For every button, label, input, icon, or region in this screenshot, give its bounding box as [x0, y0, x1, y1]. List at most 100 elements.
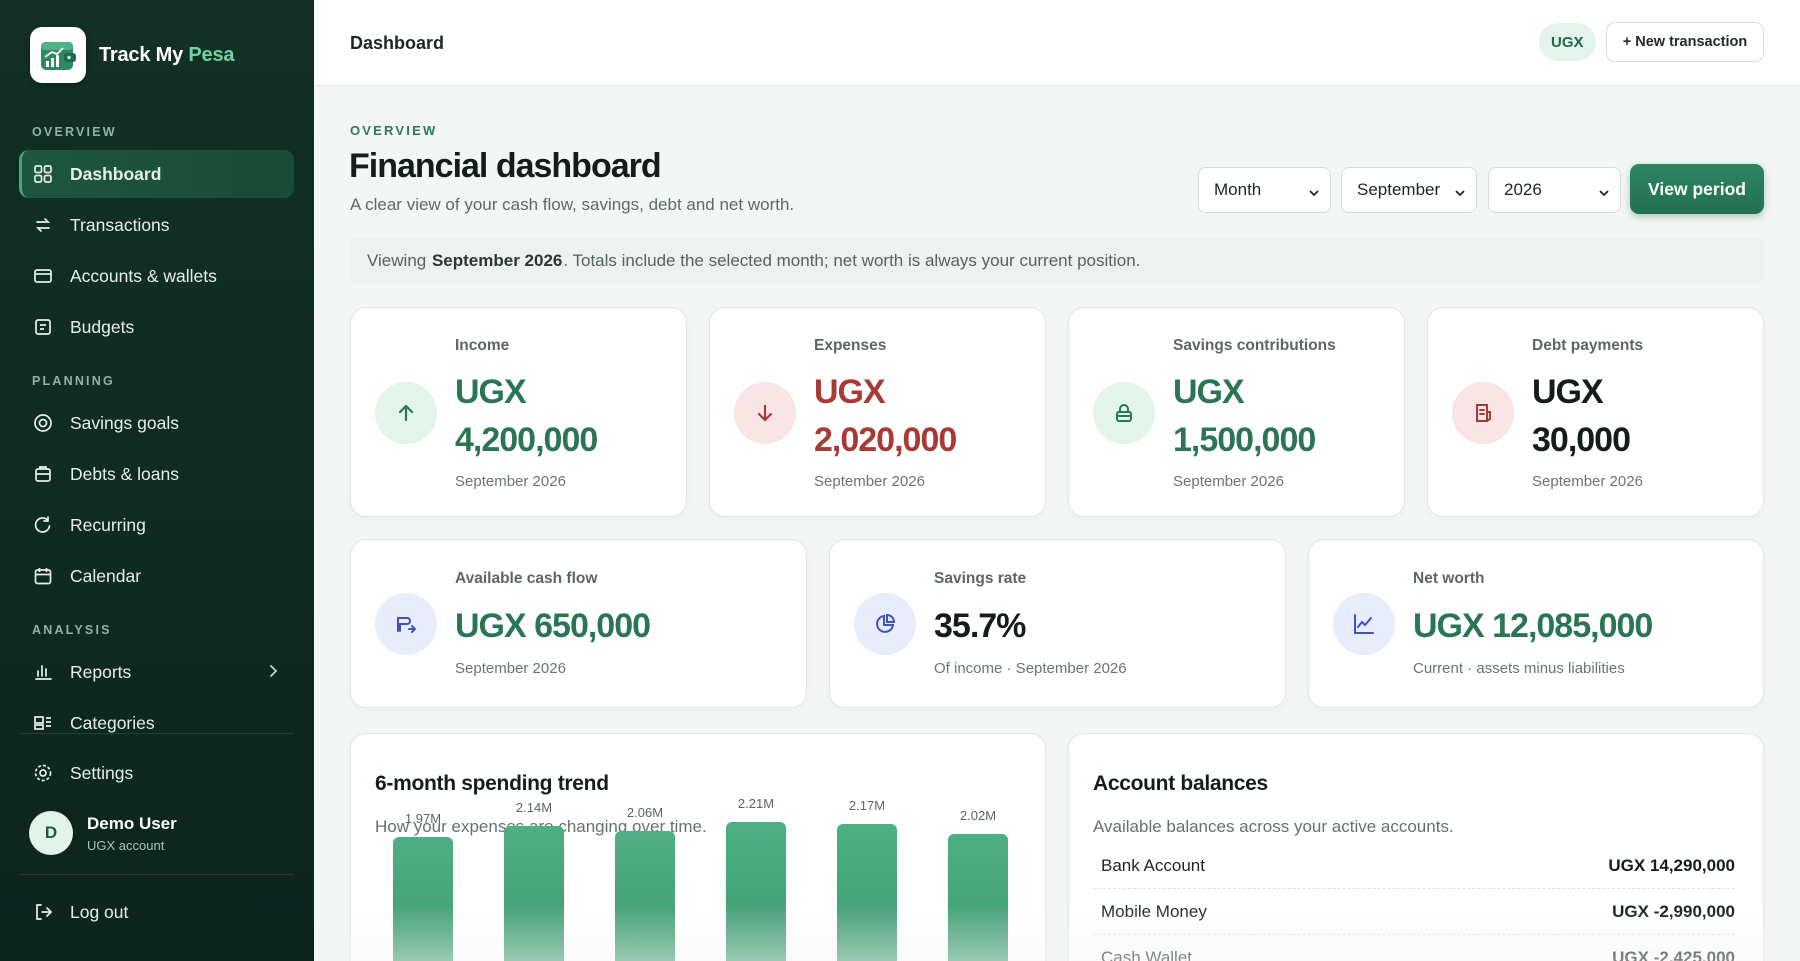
account-name: Cash Wallet [1101, 948, 1193, 961]
sidebar-item-label: Recurring [70, 514, 146, 535]
stat-sub: September 2026 [1173, 473, 1284, 490]
spending-bar-chart: 1.97M 2.14M 2.06M 2.21M 2.17M 2.02M [351, 734, 1047, 961]
chart-bar-label: 2.21M [737, 795, 775, 811]
savings-card: Savings contributions UGX 1,500,000 Sept… [1068, 307, 1405, 517]
sidebar-item-label: Transactions [70, 214, 170, 235]
stat-value: 35.7% [934, 607, 1026, 645]
logout-button[interactable]: Log out [19, 888, 294, 936]
cash-flow-icon [375, 593, 437, 655]
sidebar-item-budgets[interactable]: Budgets [19, 303, 294, 351]
sidebar-divider [19, 874, 294, 875]
stat-value: UGX 4,200,000 [455, 373, 598, 459]
sidebar-item-dashboard[interactable]: Dashboard [19, 150, 294, 198]
account-balance: UGX 14,290,000 [1608, 856, 1735, 875]
section-planning: PLANNING [32, 374, 115, 388]
stat-label: Available cash flow [455, 570, 598, 587]
stat-value: UGX 1,500,000 [1173, 373, 1316, 459]
sidebar-item-settings[interactable]: Settings [19, 749, 294, 797]
period-notice: Viewing September 2026. Totals include t… [350, 238, 1764, 284]
sidebar-item-calendar[interactable]: Calendar [19, 552, 294, 600]
user-account: UGX account [87, 837, 165, 853]
select-value: September [1357, 180, 1441, 199]
year-select[interactable]: 2026 [1488, 167, 1621, 213]
income-card: Income UGX 4,200,000 September 2026 [350, 307, 687, 517]
stat-sub: Of income · September 2026 [934, 660, 1127, 677]
pie-chart-icon [854, 593, 916, 655]
sidebar-item-categories[interactable]: Categories [19, 699, 294, 747]
arrow-up-icon [375, 382, 437, 444]
new-transaction-button[interactable]: + New transaction [1606, 22, 1764, 62]
account-balance: UGX -2,990,000 [1612, 902, 1735, 921]
chevron-down-icon [1598, 184, 1610, 204]
trend-chart-icon [1333, 593, 1395, 655]
sidebar-item-label: Settings [70, 762, 134, 783]
logout-icon [32, 901, 54, 923]
currency-badge[interactable]: UGX [1539, 23, 1596, 61]
chart-bar[interactable] [393, 837, 453, 961]
categories-icon [32, 712, 54, 734]
stat-label: Income [455, 337, 510, 354]
chart-bar[interactable] [837, 824, 897, 961]
sidebar-item-savings-goals[interactable]: Savings goals [19, 399, 294, 447]
stat-sub: September 2026 [814, 473, 925, 490]
topbar: Dashboard UGX + New transaction [314, 0, 1800, 86]
stat-sub: Current · assets minus liabilities [1413, 660, 1625, 677]
refresh-icon [32, 514, 54, 536]
account-row[interactable]: Bank Account UGX 14,290,000 [1093, 844, 1735, 889]
stat-sub: September 2026 [1532, 473, 1643, 490]
chart-bar[interactable] [948, 833, 1008, 961]
chart-bar[interactable] [615, 831, 675, 961]
sidebar-item-debts[interactable]: Debts & loans [19, 450, 294, 498]
stat-value: UGX 2,020,000 [814, 373, 957, 459]
receipt-icon [32, 316, 54, 338]
sidebar-item-transactions[interactable]: Transactions [19, 201, 294, 249]
sidebar-item-reports[interactable]: Reports [19, 648, 294, 696]
lock-icon [1093, 382, 1155, 444]
account-balance: UGX -2,425,000 [1612, 948, 1735, 961]
stat-sub: September 2026 [455, 473, 566, 490]
gear-icon [32, 762, 54, 784]
account-row[interactable]: Cash Wallet UGX -2,425,000 [1093, 936, 1735, 961]
select-value: 2026 [1504, 180, 1542, 199]
select-value: Month [1214, 180, 1262, 199]
chart-bar-label: 2.17M [848, 798, 886, 814]
net-worth-card: Net worth UGX 12,085,000 Current · asset… [1308, 539, 1764, 708]
brand[interactable]: Track My Pesa [30, 27, 234, 83]
cash-flow-card: Available cash flow UGX 650,000 Septembe… [350, 539, 807, 708]
debt-payments-card: Debt payments UGX 30,000 September 2026 [1427, 307, 1764, 517]
sidebar-item-label: Debts & loans [70, 463, 179, 484]
stat-label: Debt payments [1532, 337, 1644, 354]
sidebar-item-recurring[interactable]: Recurring [19, 501, 294, 549]
month-select[interactable]: September [1341, 167, 1477, 213]
section-analysis: ANALYSIS [32, 623, 112, 637]
stat-value: UGX 30,000 [1532, 373, 1631, 459]
panel-title: Account balances [1093, 772, 1268, 795]
grid-icon [32, 163, 54, 185]
topbar-title: Dashboard [350, 33, 445, 53]
sidebar-item-label: Calendar [70, 565, 142, 586]
brand-name: Track My Pesa [99, 43, 235, 66]
chart-bar[interactable] [726, 821, 786, 961]
wallet-logo-icon [30, 27, 86, 83]
bill-icon [1452, 382, 1514, 444]
section-overview: OVERVIEW [32, 125, 117, 139]
arrow-down-icon [734, 382, 796, 444]
spending-trend-panel: 6-month spending trend How your expenses… [350, 733, 1046, 961]
chevron-down-icon [1454, 184, 1466, 204]
sidebar-item-accounts[interactable]: Accounts & wallets [19, 252, 294, 300]
page-title: Financial dashboard [349, 147, 662, 185]
account-row[interactable]: Mobile Money UGX -2,990,000 [1093, 890, 1735, 935]
chevron-down-icon [1308, 184, 1320, 204]
chart-bar-label: 2.14M [515, 800, 553, 816]
user-profile[interactable]: D Demo User UGX account [29, 811, 177, 855]
sidebar-item-label: Categories [70, 712, 155, 733]
chart-bar[interactable] [504, 826, 564, 961]
chart-bar-label: 2.06M [626, 805, 664, 821]
account-balances-panel: Account balances Available balances acro… [1068, 733, 1764, 961]
view-period-button[interactable]: View period [1630, 164, 1764, 214]
sidebar-item-label: Accounts & wallets [70, 265, 217, 286]
sidebar-divider [19, 733, 294, 734]
stat-label: Savings rate [934, 570, 1027, 587]
target-icon [32, 412, 54, 434]
period-type-select[interactable]: Month [1198, 167, 1331, 213]
